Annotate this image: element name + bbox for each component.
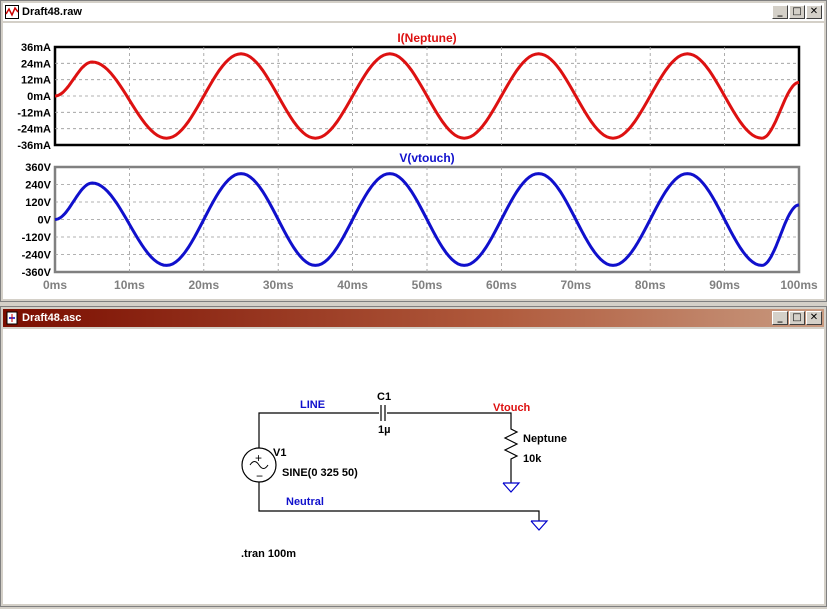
schematic-drawing[interactable]: + − LINE Vtouch Neutral C1 1µ Neptune 10… <box>3 329 824 604</box>
y-tick-label: 36mA <box>21 42 51 54</box>
source-name[interactable]: V1 <box>273 447 286 459</box>
waveform-window: Draft48.raw _ □ ✕ 36mA 24mA 12mA 0mA -12mA -2… <box>0 0 827 302</box>
source-value[interactable]: SINE(0 325 50) <box>282 467 358 479</box>
x-tick-label: 60ms <box>486 278 517 292</box>
net-label-neutral[interactable]: Neutral <box>286 496 324 508</box>
y-tick-label: -36mA <box>17 140 51 152</box>
schematic-icon <box>6 311 18 325</box>
trace-title[interactable]: V(vtouch) <box>399 151 454 165</box>
y-tick-label: 24mA <box>21 58 51 70</box>
minimize-button[interactable]: _ <box>772 5 788 19</box>
x-tick-label: 20ms <box>188 278 219 292</box>
x-tick-label: 90ms <box>709 278 740 292</box>
y-tick-label: 0V <box>38 215 52 227</box>
x-tick-label: 40ms <box>337 278 368 292</box>
wire-vtouch-net[interactable] <box>387 412 512 425</box>
voltage-source-symbol[interactable]: + − <box>241 446 277 485</box>
net-label-vtouch[interactable]: Vtouch <box>493 402 531 414</box>
capacitor-symbol[interactable] <box>380 405 386 421</box>
plot-pane-1[interactable]: 36mA 24mA 12mA 0mA -12mA -24mA -36mA I(Neptune) <box>17 31 801 152</box>
svg-text:+: + <box>255 451 262 465</box>
waveform-titlebar[interactable]: Draft48.raw _ □ ✕ <box>3 3 824 21</box>
resistor-symbol[interactable] <box>503 425 519 463</box>
minimize-button[interactable]: _ <box>772 311 788 325</box>
capacitor-name[interactable]: C1 <box>377 391 391 403</box>
x-tick-label: 0ms <box>43 278 67 292</box>
x-tick-label: 70ms <box>560 278 591 292</box>
x-tick-label: 30ms <box>263 278 294 292</box>
resistor-value[interactable]: 10k <box>523 453 542 465</box>
y-tick-label: 240V <box>25 180 51 192</box>
y-tick-label: -24mA <box>17 124 51 136</box>
resistor-name[interactable]: Neptune <box>523 433 567 445</box>
svg-text:−: − <box>256 469 263 483</box>
plot-pane-2[interactable]: 360V240V120V0V-120V-240V-360VV(vtouch) <box>22 151 801 279</box>
x-tick-label: 80ms <box>635 278 666 292</box>
capacitor-value[interactable]: 1µ <box>378 424 390 436</box>
restore-button[interactable]: □ <box>789 311 805 325</box>
spice-directive[interactable]: .tran 100m <box>241 548 296 560</box>
schematic-window: Draft48.asc _ □ ✕ + − LINE Vtouch Neutra… <box>0 306 827 607</box>
restore-button[interactable]: □ <box>789 5 805 19</box>
x-tick-label: 10ms <box>114 278 145 292</box>
close-button[interactable]: ✕ <box>806 5 822 19</box>
y-tick-label: 360V <box>25 162 51 174</box>
y-tick-label: 120V <box>25 197 51 209</box>
wire-line-net[interactable] <box>258 412 379 446</box>
ground-icon <box>530 520 549 531</box>
ground-icon <box>502 482 521 493</box>
net-label-line[interactable]: LINE <box>300 399 325 411</box>
schematic-titlebar[interactable]: Draft48.asc _ □ ✕ <box>3 309 824 327</box>
trace-title[interactable]: I(Neptune) <box>397 31 456 45</box>
close-button[interactable]: ✕ <box>806 311 822 325</box>
window-title: Draft48.asc <box>22 312 82 324</box>
plot-area[interactable]: 36mA 24mA 12mA 0mA -12mA -24mA -36mA I(Neptune)… <box>3 23 824 299</box>
y-tick-label: 12mA <box>21 75 51 87</box>
y-tick-label: -120V <box>22 232 52 244</box>
waveform-icon <box>5 5 19 19</box>
waveform-canvas[interactable]: 36mA 24mA 12mA 0mA -12mA -24mA -36mA I(Neptune)… <box>3 23 824 299</box>
y-tick-label: -240V <box>22 250 52 262</box>
x-tick-label: 50ms <box>412 278 443 292</box>
y-tick-label: 0mA <box>27 91 51 103</box>
y-tick-label: -12mA <box>17 107 51 119</box>
schematic-canvas[interactable]: + − LINE Vtouch Neutral C1 1µ Neptune 10… <box>3 329 824 604</box>
window-title: Draft48.raw <box>22 6 82 18</box>
x-tick-label: 100ms <box>780 278 818 292</box>
